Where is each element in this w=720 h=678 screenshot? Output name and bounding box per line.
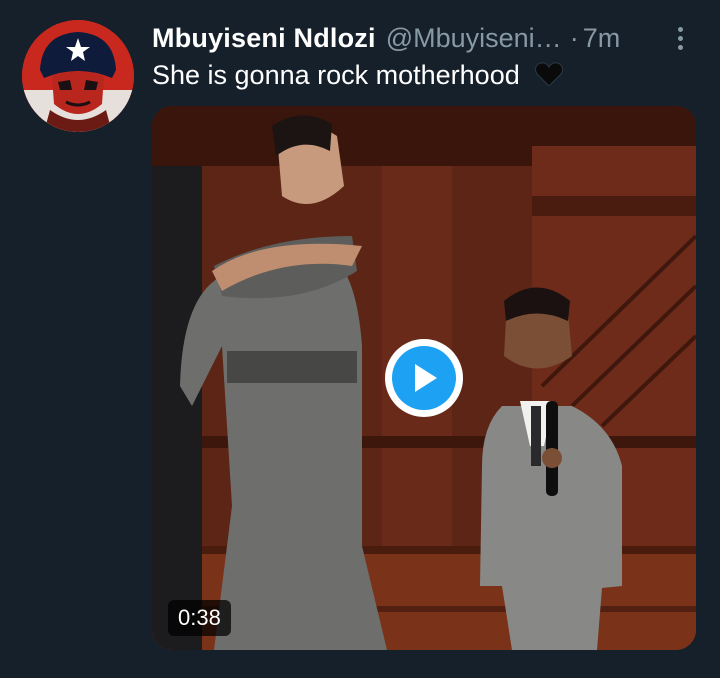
tweet-header: Mbuyiseni Ndlozi @Mbuyiseni… · 7m (152, 20, 690, 56)
black-heart-icon (535, 62, 564, 87)
tweet-text: She is gonna rock motherhood (152, 60, 520, 90)
separator-dot: · (569, 22, 579, 53)
tweet-timestamp[interactable]: 7m (583, 23, 621, 54)
author-handle[interactable]: @Mbuyiseni… (386, 23, 562, 54)
author-name[interactable]: Mbuyiseni Ndlozi (152, 23, 376, 54)
play-button[interactable] (385, 339, 463, 417)
play-icon (415, 364, 437, 392)
tweet-body: She is gonna rock motherhood (152, 60, 564, 91)
author-avatar[interactable] (22, 20, 134, 132)
avatar-image (22, 20, 134, 132)
more-vertical-icon[interactable] (670, 23, 690, 53)
video-player[interactable]: 0:38 (152, 106, 696, 650)
video-duration-badge: 0:38 (168, 600, 231, 636)
